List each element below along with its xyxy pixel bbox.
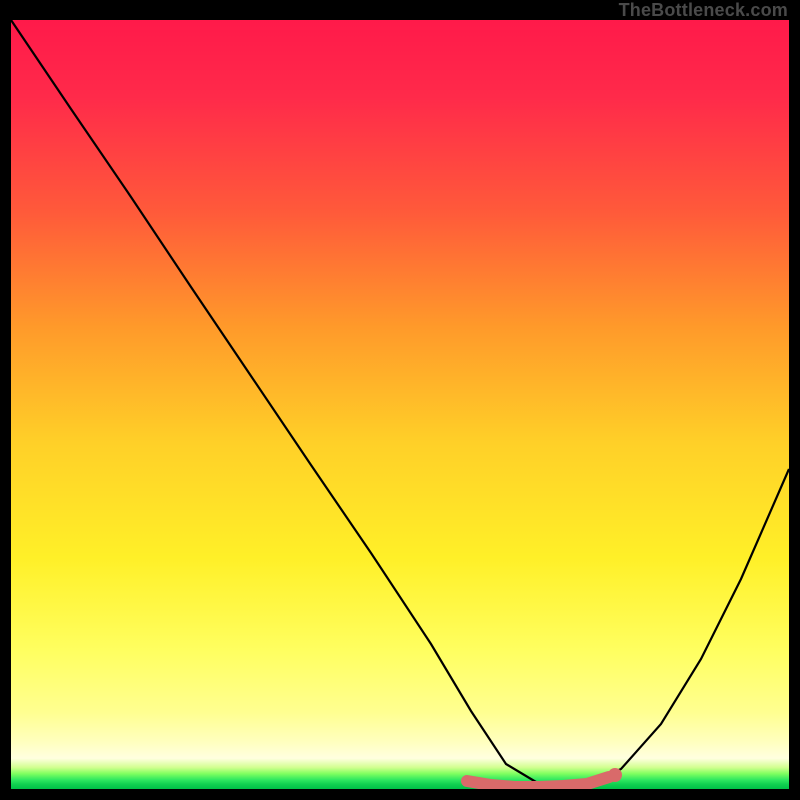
optimal-range-marker xyxy=(11,20,789,789)
watermark-text: TheBottleneck.com xyxy=(619,0,788,20)
